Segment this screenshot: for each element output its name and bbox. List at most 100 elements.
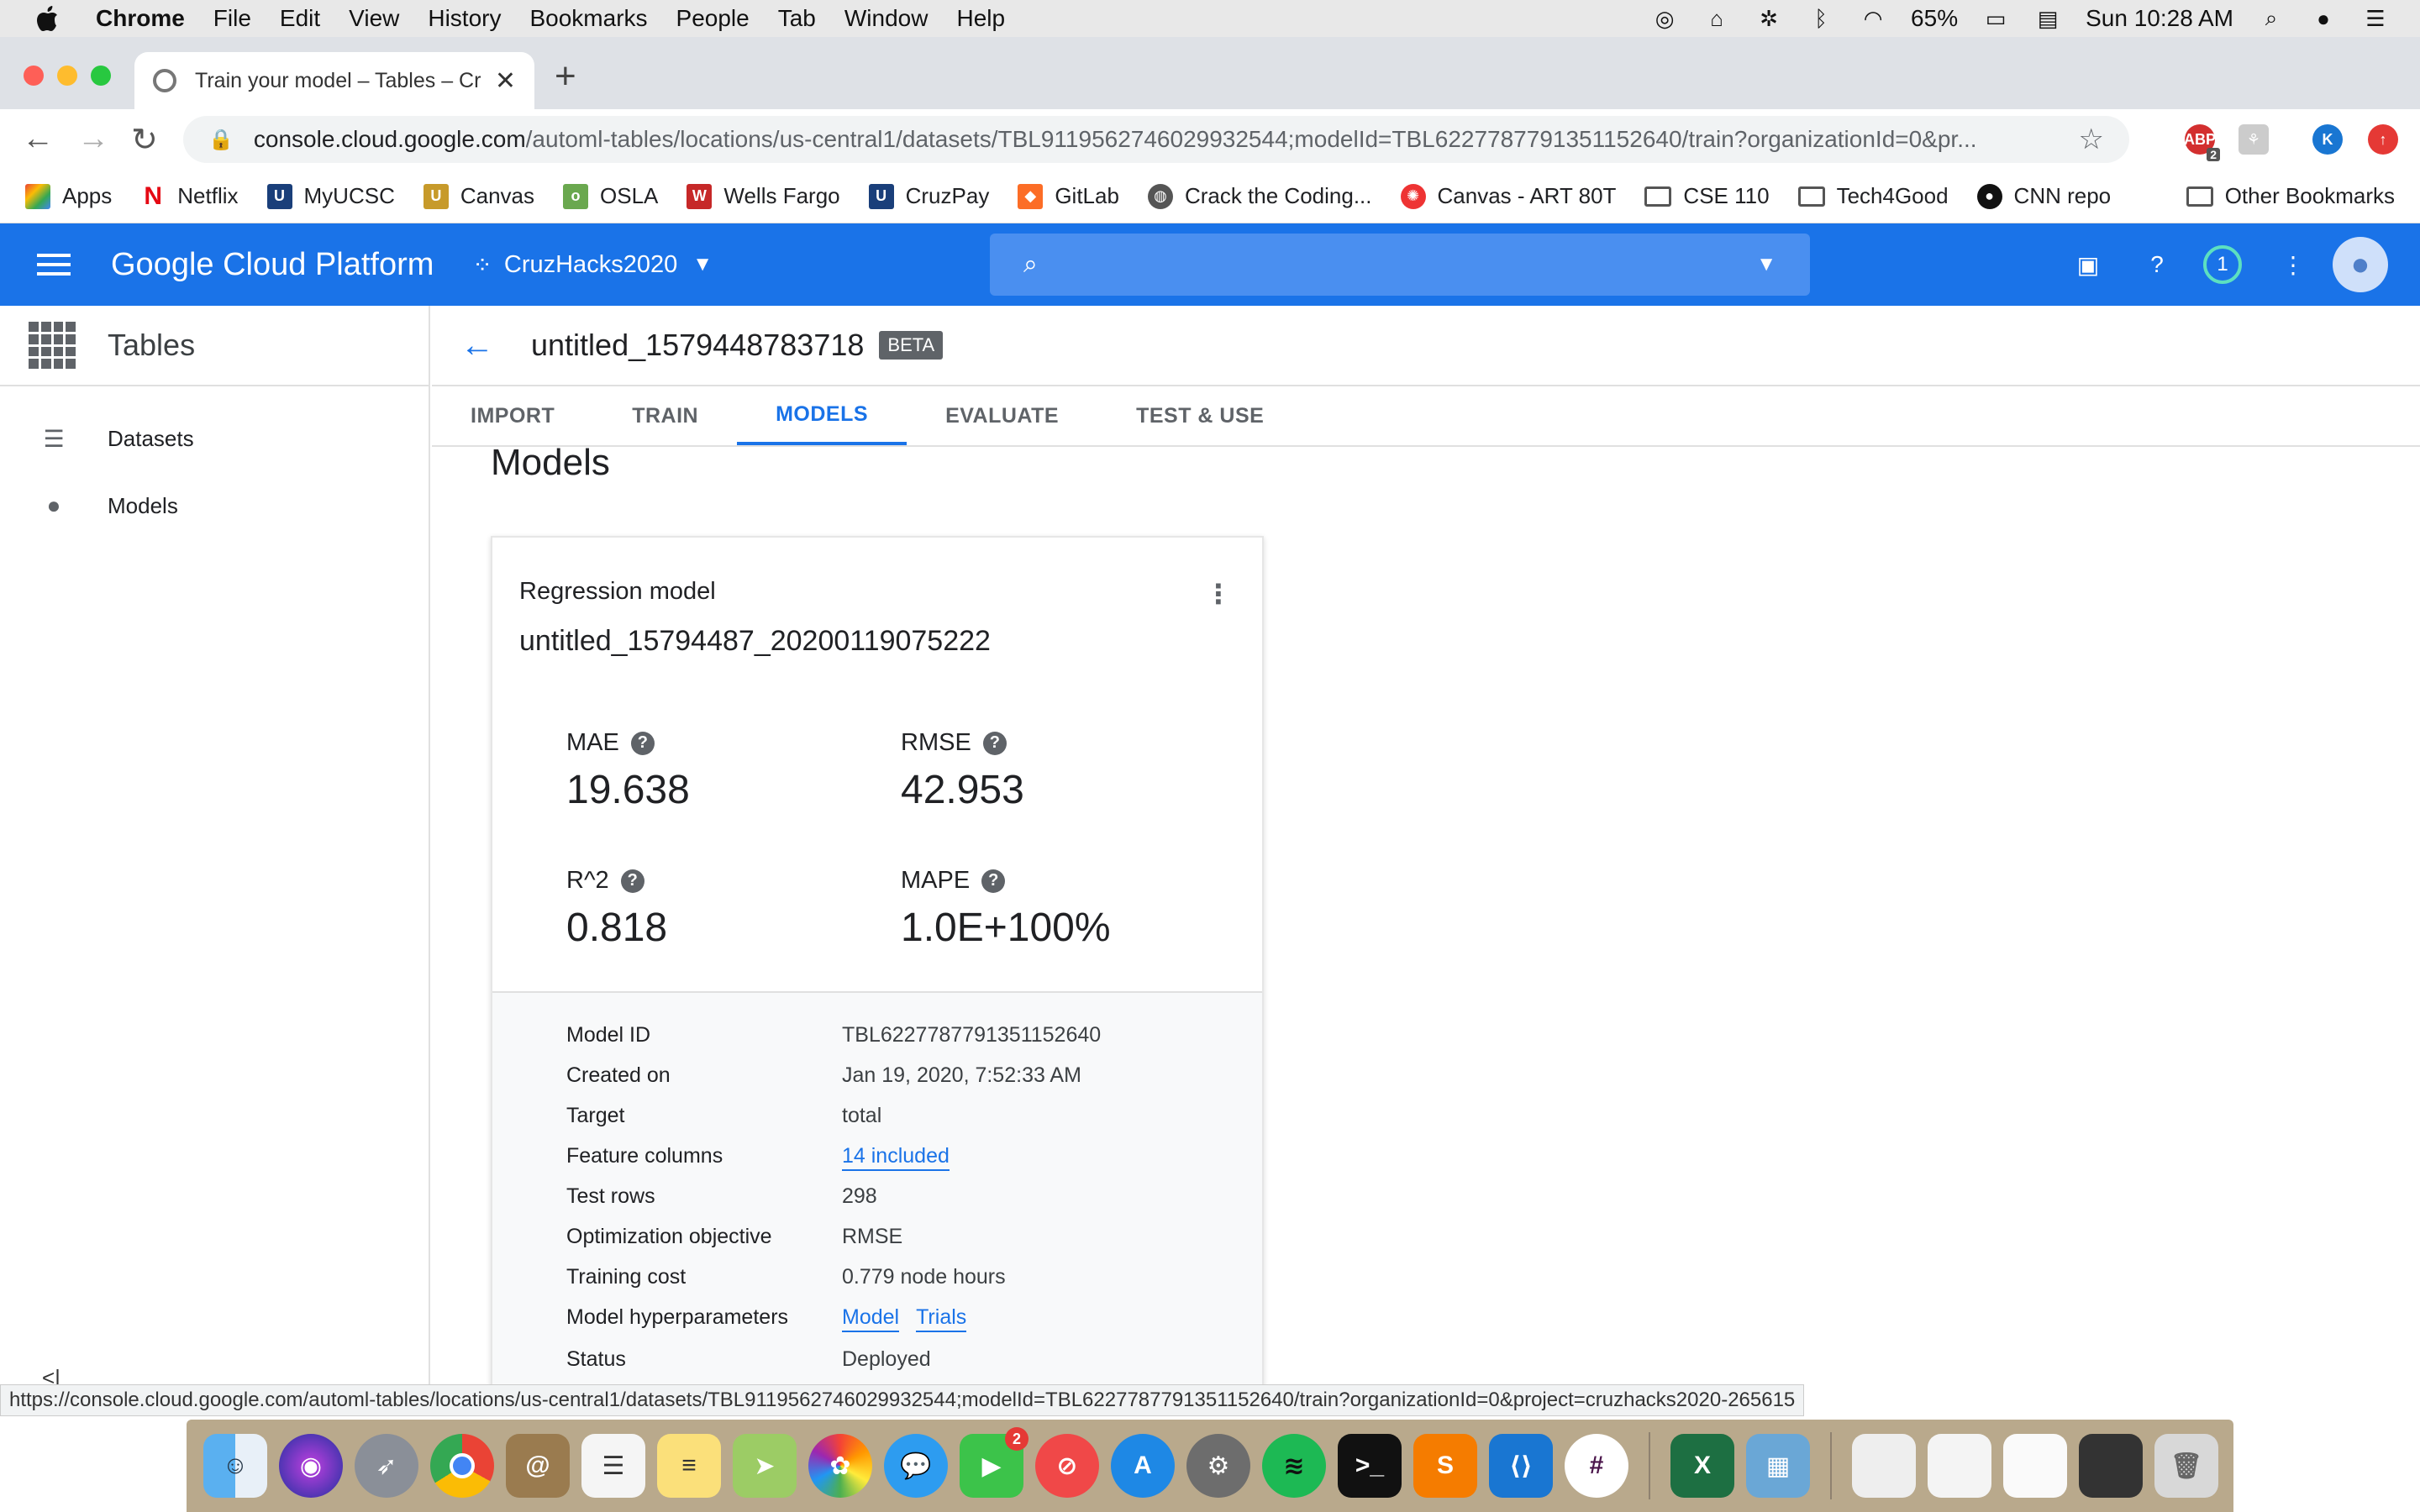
bookmark-cse110[interactable]: CSE 110 <box>1644 183 1770 209</box>
menu-edit[interactable]: Edit <box>280 5 320 32</box>
trials-link[interactable]: Trials <box>916 1305 967 1332</box>
bookmark-cruzpay[interactable]: U CruzPay <box>868 183 989 209</box>
system-preferences-icon[interactable]: ⚙ <box>1186 1434 1250 1498</box>
menubar-clock[interactable]: Sun 10:28 AM <box>2086 5 2233 32</box>
help-icon[interactable]: ? <box>630 731 655 755</box>
vscode-icon[interactable]: ⟨⟩ <box>1489 1434 1553 1498</box>
wifi-icon[interactable]: ◠ <box>1859 6 1887 31</box>
project-selector[interactable]: ⁘ CruzHacks2020 ▼ <box>472 251 713 279</box>
help-icon[interactable]: ? <box>2138 245 2176 284</box>
maps-icon[interactable]: ➤ <box>733 1434 797 1498</box>
siri-icon[interactable]: ◉ <box>279 1434 343 1498</box>
bookmark-canvas[interactable]: U Canvas <box>423 183 534 209</box>
bookmark-apps[interactable]: Apps <box>25 183 112 209</box>
tab-models[interactable]: MODELS <box>737 386 908 445</box>
menu-tab[interactable]: Tab <box>778 5 816 32</box>
messages-icon[interactable]: 💬 <box>884 1434 948 1498</box>
terminal-icon[interactable]: >_ <box>1338 1434 1402 1498</box>
tab-train[interactable]: TRAIN <box>593 386 737 445</box>
sidebar-item-models[interactable]: ● Models <box>0 472 429 539</box>
tab-test-use[interactable]: TEST & USE <box>1097 386 1302 445</box>
excel-icon[interactable]: X <box>1670 1434 1734 1498</box>
battery-icon[interactable]: ▭ <box>1981 6 2010 31</box>
gear-status-icon[interactable]: ✲ <box>1754 6 1783 31</box>
notifications-icon[interactable]: 1 <box>2203 245 2242 284</box>
forward-arrow-icon[interactable]: → <box>77 121 109 157</box>
help-icon[interactable]: ? <box>981 869 1006 893</box>
bookmark-crack-coding[interactable]: ◍ Crack the Coding... <box>1147 183 1372 209</box>
back-arrow-icon[interactable]: ← <box>22 121 54 157</box>
notes-icon[interactable]: ≡ <box>657 1434 721 1498</box>
slack-icon[interactable]: # <box>1565 1434 1628 1498</box>
sublime-text-icon[interactable]: S <box>1413 1434 1477 1498</box>
window-zoom-icon[interactable] <box>91 66 111 86</box>
reload-icon[interactable]: ↻ <box>131 121 158 159</box>
bookmark-canvas-art[interactable]: ✺ Canvas - ART 80T <box>1400 183 1616 209</box>
model-hyperparameters-link[interactable]: Model <box>842 1305 900 1332</box>
window-close-icon[interactable] <box>24 66 44 86</box>
chrome-update-icon[interactable]: ↑ <box>2368 124 2398 155</box>
tab-evaluate[interactable]: EVALUATE <box>907 386 1097 445</box>
minimized-window-thumbnail[interactable] <box>1928 1434 1991 1498</box>
news-icon[interactable]: ⊘ <box>1035 1434 1099 1498</box>
cloud-shell-icon[interactable]: ▣ <box>2069 245 2107 284</box>
apple-menu-icon[interactable] <box>25 0 71 37</box>
finder-icon[interactable]: ☺ <box>203 1434 267 1498</box>
photos-icon[interactable]: ✿ <box>808 1434 872 1498</box>
bluetooth-icon[interactable]: ᛒ <box>1807 6 1835 31</box>
menu-app-name[interactable]: Chrome <box>96 5 185 32</box>
creative-cloud-icon[interactable]: ◎ <box>1650 6 1679 31</box>
hamburger-menu-icon[interactable] <box>37 254 71 276</box>
input-flag-icon[interactable]: ▤ <box>2033 6 2062 31</box>
sidebar-item-datasets[interactable]: ☰ Datasets <box>0 405 429 472</box>
window-minimize-icon[interactable] <box>57 66 77 86</box>
search-dropdown-icon[interactable]: ▼ <box>1756 253 1776 276</box>
reminders-icon[interactable]: ☰ <box>581 1434 645 1498</box>
help-icon[interactable]: ? <box>620 869 644 893</box>
gcp-brand[interactable]: Google Cloud Platform <box>111 247 434 283</box>
facetime-icon[interactable]: ▶ 2 <box>960 1427 1028 1498</box>
address-bar[interactable]: 🔒 console.cloud.google.com /automl-table… <box>183 116 2129 163</box>
minimized-window-thumbnail[interactable] <box>2003 1434 2067 1498</box>
siri-icon[interactable]: ● <box>2309 6 2338 31</box>
chrome-icon[interactable] <box>430 1434 494 1498</box>
contacts-icon[interactable]: @ <box>506 1434 570 1498</box>
minimized-window-thumbnail[interactable] <box>1852 1434 1916 1498</box>
menu-view[interactable]: View <box>349 5 399 32</box>
bookmark-myucsc[interactable]: U MyUCSC <box>266 183 395 209</box>
spotify-icon[interactable]: ≋ <box>1262 1434 1326 1498</box>
launchpad-icon[interactable]: ➶ <box>355 1434 418 1498</box>
airplay-icon[interactable]: ⌂ <box>1702 6 1731 31</box>
minimized-window-thumbnail[interactable] <box>2079 1434 2143 1498</box>
tab-close-icon[interactable]: ✕ <box>495 66 516 96</box>
back-arrow-icon[interactable]: ← <box>460 327 494 365</box>
notification-center-icon[interactable]: ☰ <box>2361 6 2390 31</box>
bookmark-tech4good[interactable]: Tech4Good <box>1797 183 1949 209</box>
menu-bookmarks[interactable]: Bookmarks <box>529 5 647 32</box>
bookmark-netflix[interactable]: N Netflix <box>140 182 238 210</box>
new-tab-button[interactable]: + <box>555 55 576 97</box>
bookmark-gitlab[interactable]: ◆ GitLab <box>1018 183 1119 209</box>
preview-icon[interactable]: ▦ <box>1746 1434 1810 1498</box>
extension-puzzle-icon[interactable]: ⚘ <box>2238 124 2269 155</box>
trash-icon[interactable]: 🗑 <box>2154 1434 2218 1498</box>
bookmark-wells-fargo[interactable]: W Wells Fargo <box>687 183 840 209</box>
help-icon[interactable]: ? <box>982 731 1007 755</box>
spotlight-search-icon[interactable]: ⌕ <box>2257 5 2286 31</box>
menu-people[interactable]: People <box>676 5 750 32</box>
account-avatar-icon[interactable]: ● <box>2333 237 2388 292</box>
app-store-icon[interactable]: A <box>1111 1434 1175 1498</box>
adblock-extension-icon[interactable]: ABP 2 <box>2184 124 2220 161</box>
browser-tab-active[interactable]: Train your model – Tables – Cr ✕ <box>134 52 534 109</box>
feature-columns-link[interactable]: 14 included <box>842 1144 950 1171</box>
bookmark-osla[interactable]: o OSLA <box>563 183 658 209</box>
tab-import[interactable]: IMPORT <box>432 386 593 445</box>
menu-file[interactable]: File <box>213 5 251 32</box>
gcp-search-bar[interactable]: ⌕ ▼ <box>990 234 1810 296</box>
bookmark-cnn-repo[interactable]: ● CNN repo <box>1976 183 2111 209</box>
menu-history[interactable]: History <box>428 5 501 32</box>
more-vert-icon[interactable]: ⋮ <box>1205 578 1232 610</box>
bookmark-star-icon[interactable]: ☆ <box>2079 123 2104 156</box>
menu-window[interactable]: Window <box>844 5 929 32</box>
profile-avatar[interactable]: K <box>2312 124 2343 155</box>
